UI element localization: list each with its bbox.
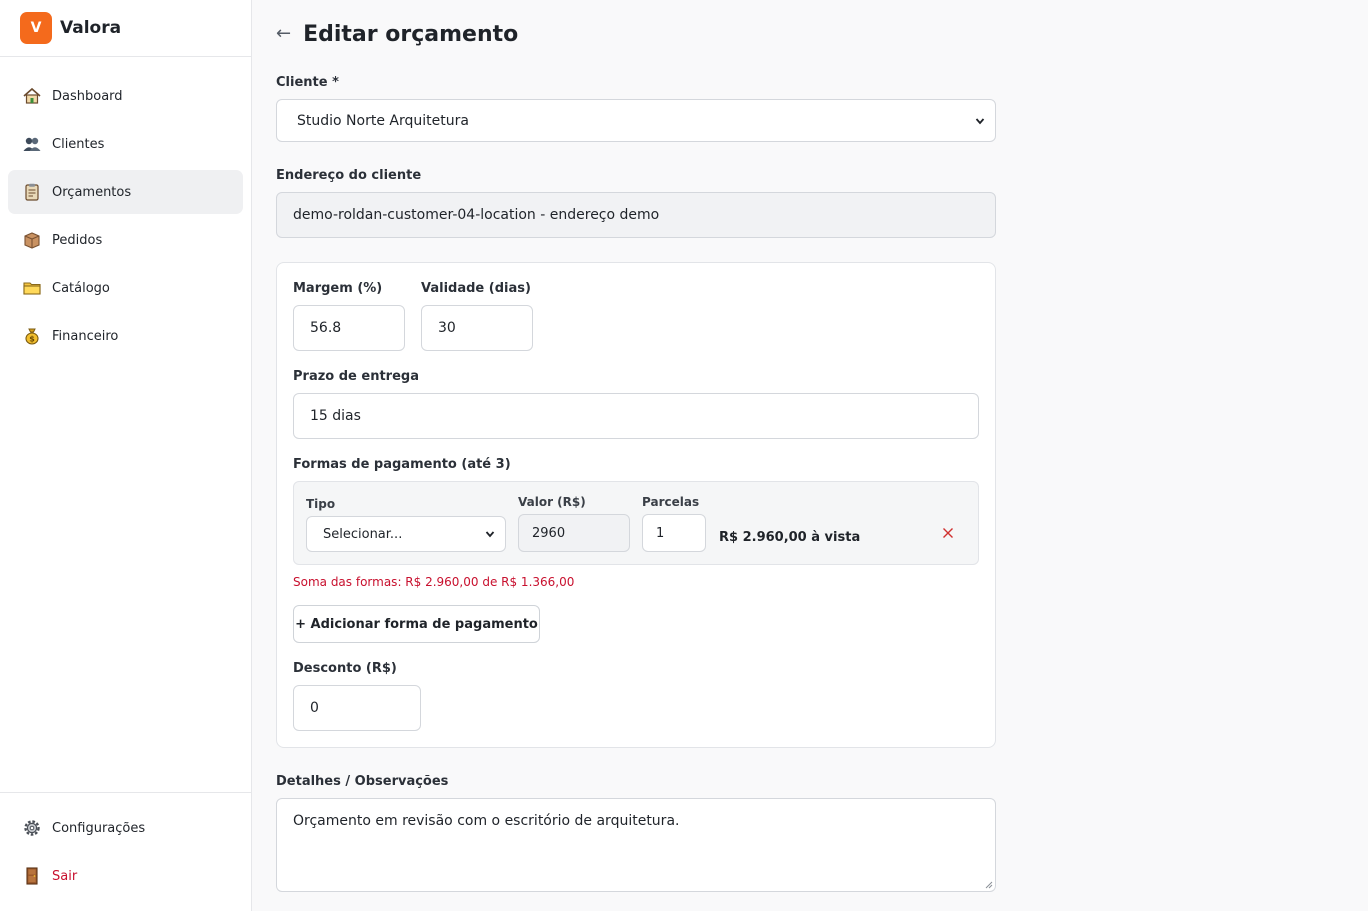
sidebar-nav: Dashboard Clientes Orçamentos Pedidos Ca… bbox=[0, 57, 251, 358]
payment-sum-error: Soma das formas: R$ 2.960,00 de R$ 1.366… bbox=[293, 575, 575, 589]
sidebar-item-label: Financeiro bbox=[52, 328, 119, 344]
valor-input[interactable]: 2960 bbox=[518, 514, 630, 552]
sidebar-item-label: Clientes bbox=[52, 136, 105, 152]
sidebar-item-label: Dashboard bbox=[52, 88, 123, 104]
detalhes-textarea[interactable]: Orçamento em revisão com o escritório de… bbox=[276, 798, 996, 892]
cliente-label: Cliente * bbox=[276, 75, 339, 90]
gear-icon bbox=[21, 817, 43, 839]
sidebar-item-dashboard[interactable]: Dashboard bbox=[8, 74, 243, 118]
sidebar-item-label: Catálogo bbox=[52, 280, 110, 296]
valor-value: 2960 bbox=[532, 525, 566, 541]
sidebar-item-label: Sair bbox=[52, 868, 78, 884]
sidebar-item-financeiro[interactable]: $ Financeiro bbox=[8, 314, 243, 358]
package-icon bbox=[21, 229, 43, 251]
sidebar-item-clientes[interactable]: Clientes bbox=[8, 122, 243, 166]
desconto-value: 0 bbox=[310, 700, 319, 716]
desconto-input[interactable]: 0 bbox=[293, 685, 421, 731]
payment-summary: R$ 2.960,00 à vista bbox=[719, 530, 861, 545]
parcelas-input[interactable]: 1 bbox=[642, 514, 706, 552]
back-arrow-icon[interactable]: ← bbox=[276, 25, 291, 43]
valor-label: Valor (R$) bbox=[518, 495, 586, 509]
people-icon bbox=[21, 133, 43, 155]
chevron-down-icon bbox=[485, 531, 495, 538]
sidebar-item-configuracoes[interactable]: Configurações bbox=[8, 806, 243, 850]
validade-label: Validade (dias) bbox=[421, 281, 531, 296]
house-icon bbox=[21, 85, 43, 107]
remove-payment-icon[interactable] bbox=[940, 525, 956, 541]
detalhes-label: Detalhes / Observações bbox=[276, 774, 449, 789]
pagamento-label: Formas de pagamento (até 3) bbox=[293, 457, 511, 472]
sidebar-item-label: Orçamentos bbox=[52, 184, 132, 200]
money-bag-icon: $ bbox=[21, 325, 43, 347]
door-icon bbox=[21, 865, 43, 887]
brand-name: Valora bbox=[60, 18, 122, 38]
tipo-select-value: Selecionar... bbox=[323, 526, 403, 542]
endereco-field[interactable]: demo-roldan-customer-04-location - ender… bbox=[276, 192, 996, 238]
chevron-down-icon bbox=[975, 117, 985, 124]
sidebar-bottom: Configurações Sair bbox=[0, 792, 251, 902]
prazo-input[interactable]: 15 dias bbox=[293, 393, 979, 439]
add-payment-button[interactable]: + Adicionar forma de pagamento bbox=[293, 605, 540, 643]
margem-label: Margem (%) bbox=[293, 281, 383, 296]
detalhes-value: Orçamento em revisão com o escritório de… bbox=[293, 813, 680, 829]
resize-handle-icon[interactable] bbox=[984, 880, 993, 889]
clipboard-icon bbox=[21, 181, 43, 203]
brand: V Valora bbox=[0, 0, 251, 57]
sidebar-item-catalogo[interactable]: Catálogo bbox=[8, 266, 243, 310]
sidebar-item-orcamentos[interactable]: Orçamentos bbox=[8, 170, 243, 214]
endereco-label: Endereço do cliente bbox=[276, 168, 422, 183]
page-title: Editar orçamento bbox=[303, 21, 519, 47]
folder-icon bbox=[21, 277, 43, 299]
sidebar-item-pedidos[interactable]: Pedidos bbox=[8, 218, 243, 262]
sidebar-item-label: Configurações bbox=[52, 820, 146, 836]
validade-input[interactable]: 30 bbox=[421, 305, 533, 351]
payment-row: Tipo Selecionar... Valor (R$) 2960 Parce… bbox=[293, 481, 979, 565]
orcamento-card: Margem (%) 56.8 Validade (dias) 30 Prazo… bbox=[276, 262, 996, 748]
endereco-value: demo-roldan-customer-04-location - ender… bbox=[293, 207, 660, 223]
desconto-label: Desconto (R$) bbox=[293, 661, 397, 676]
margem-value: 56.8 bbox=[310, 320, 342, 336]
margem-input[interactable]: 56.8 bbox=[293, 305, 405, 351]
tipo-label: Tipo bbox=[306, 497, 336, 511]
tipo-select[interactable]: Selecionar... bbox=[306, 516, 506, 552]
cliente-select-value: Studio Norte Arquitetura bbox=[297, 112, 469, 129]
sidebar-item-sair[interactable]: Sair bbox=[8, 854, 243, 898]
svg-text:$: $ bbox=[29, 335, 35, 344]
validade-value: 30 bbox=[438, 320, 456, 336]
prazo-label: Prazo de entrega bbox=[293, 369, 419, 384]
prazo-value: 15 dias bbox=[310, 408, 361, 424]
parcelas-value: 1 bbox=[656, 525, 665, 541]
sidebar-item-label: Pedidos bbox=[52, 232, 103, 248]
sidebar: V Valora Dashboard Clientes Orçamentos P… bbox=[0, 0, 252, 911]
cliente-select[interactable]: Studio Norte Arquitetura bbox=[276, 99, 996, 142]
parcelas-label: Parcelas bbox=[642, 495, 700, 509]
page-header: ← Editar orçamento bbox=[276, 18, 518, 50]
brand-logo: V bbox=[20, 12, 52, 44]
